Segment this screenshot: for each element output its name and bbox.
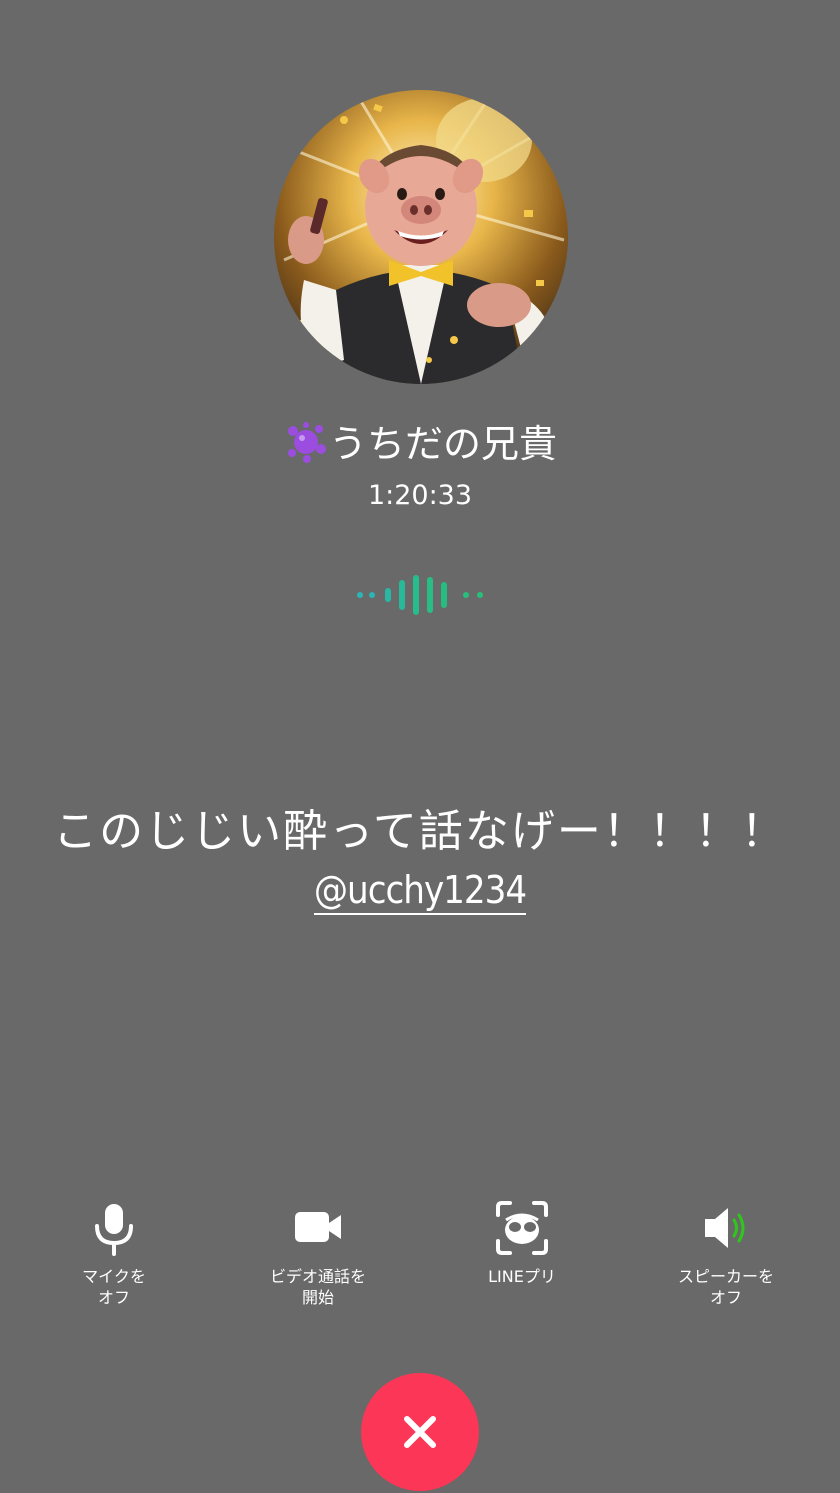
caller-name: うちだの兄貴 (0, 418, 840, 470)
mute-mic-button[interactable]: マイクを オフ (34, 1198, 194, 1308)
microphone-icon (95, 1204, 133, 1256)
speaker-off-label: スピーカーを オフ (677, 1267, 774, 1307)
start-video-label: ビデオ通話を 開始 (269, 1267, 366, 1307)
watermark-text: @ucchy1234 (313, 867, 527, 915)
overlay-caption: このじじい酔って話なげー！！！！ (53, 806, 787, 857)
purple-splat-emoji (287, 422, 326, 463)
watermark: @ucchy1234 (0, 864, 840, 916)
caller-name-text: うちだの兄貴 (328, 422, 557, 466)
audio-waveform-icon (357, 575, 483, 615)
end-call-button[interactable] (361, 1373, 479, 1491)
face-filter-icon (496, 1201, 548, 1255)
caller-avatar (274, 90, 568, 384)
call-controls: マイクを オフ ビデオ通話を 開始 LINEプリ スピーカーを オフ (0, 1198, 840, 1318)
avatar-image (274, 90, 568, 384)
call-duration: 1:20:33 (367, 480, 473, 511)
video-camera-icon (295, 1212, 341, 1242)
speaker-icon (705, 1208, 745, 1248)
line-puri-button[interactable]: LINEプリ (442, 1198, 602, 1287)
line-puri-label: LINEプリ (488, 1267, 556, 1286)
start-video-button[interactable]: ビデオ通話を 開始 (238, 1198, 398, 1308)
close-icon (404, 1416, 436, 1448)
speaker-off-button[interactable]: スピーカーを オフ (646, 1198, 806, 1308)
mute-mic-label: マイクを オフ (82, 1267, 146, 1307)
